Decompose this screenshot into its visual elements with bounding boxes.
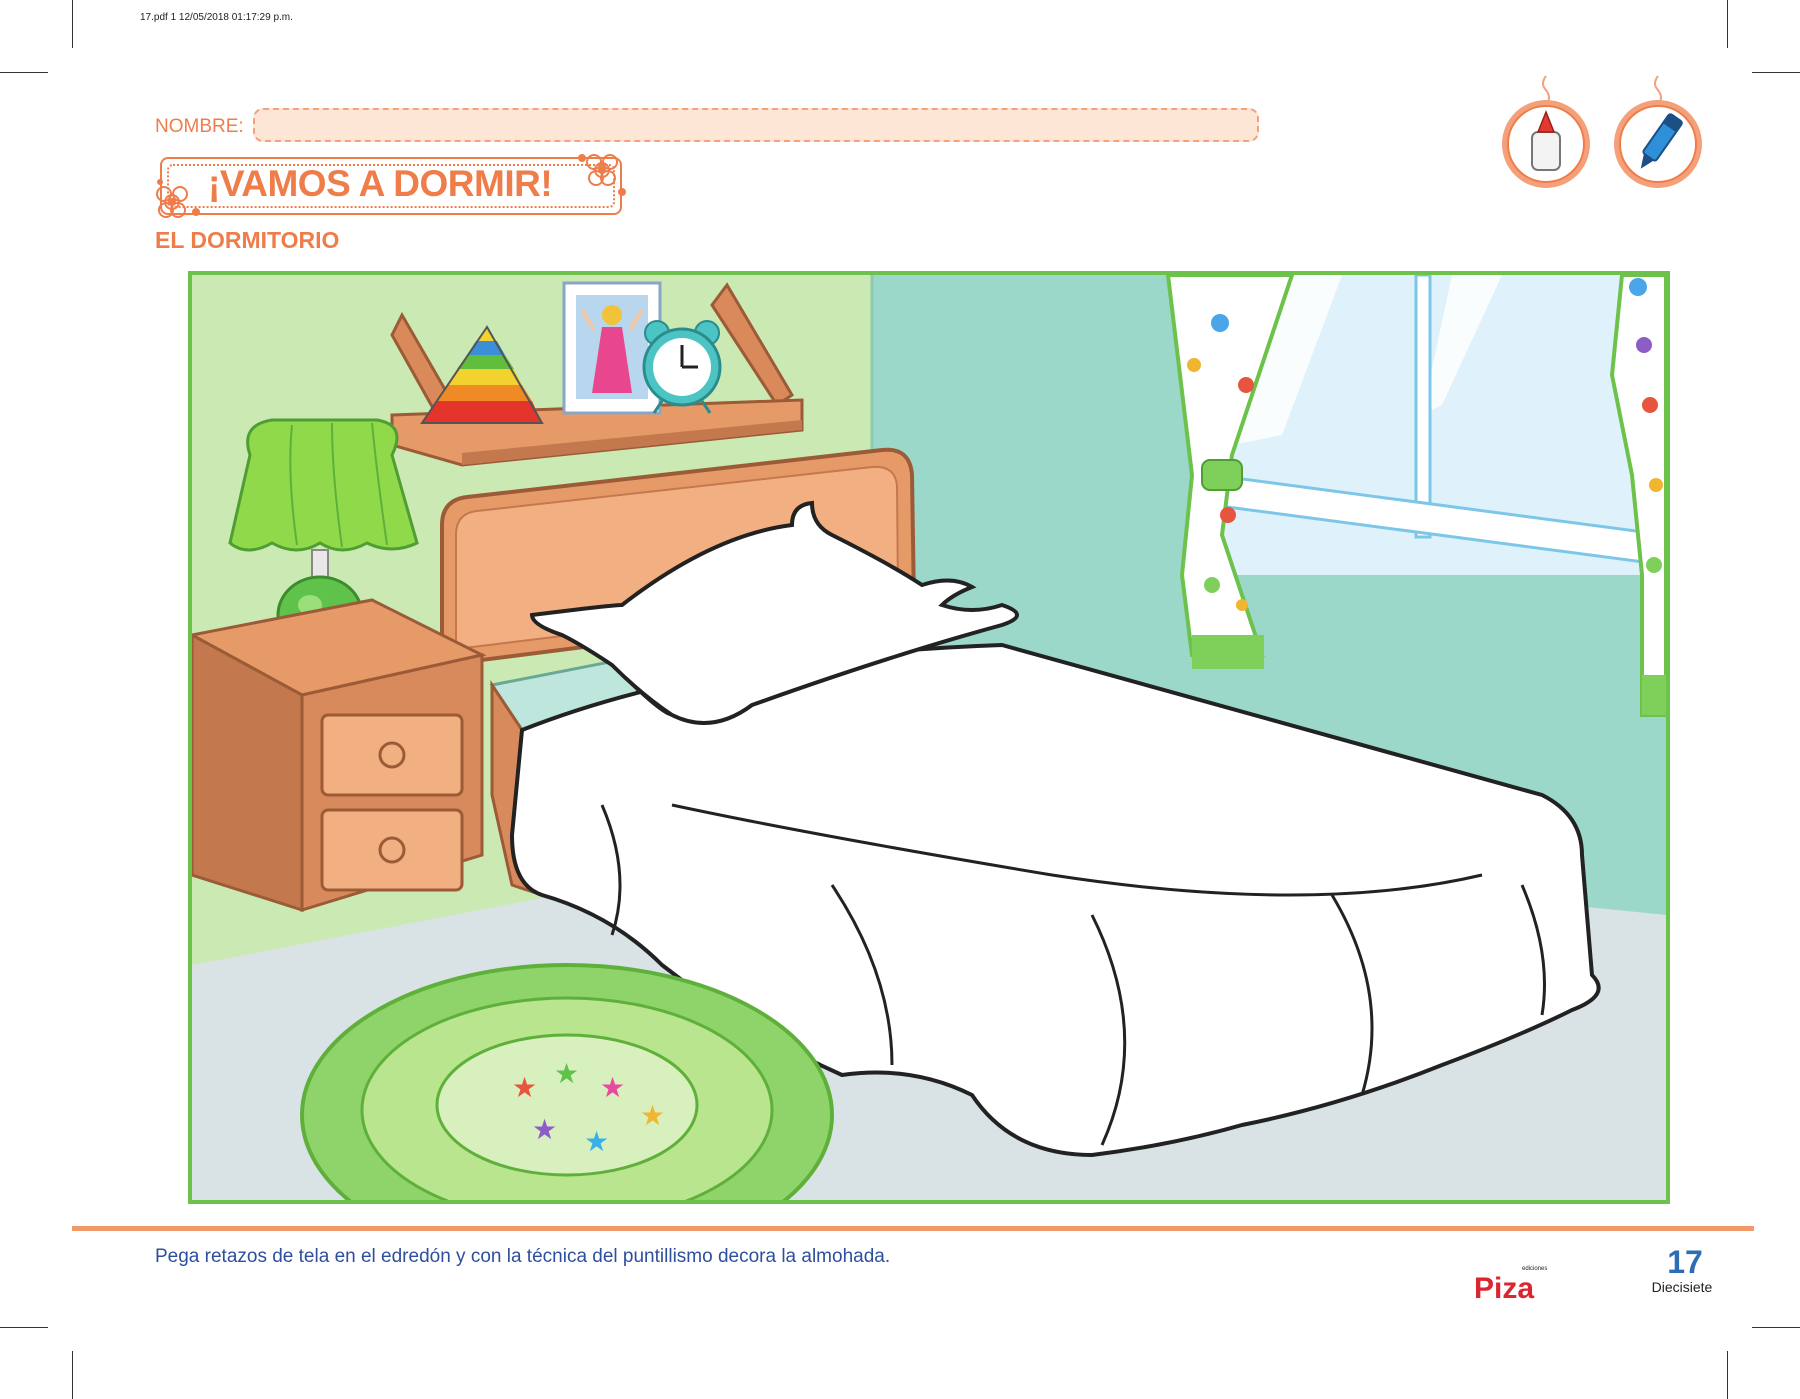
svg-text:★: ★ [600,1071,625,1104]
publisher-logo: ediciones Piza [1474,1266,1547,1302]
name-label: NOMBRE: [155,116,244,137]
crop-mark [0,72,48,73]
print-metadata: 17.pdf 1 12/05/2018 01:17:29 p.m. [140,12,293,23]
crop-mark [0,1327,48,1328]
flower-icon [156,179,200,218]
marker-icon [1614,75,1702,188]
page-subtitle: EL DORMITORIO [155,227,340,253]
svg-text:★: ★ [532,1113,557,1146]
page-number-word: Diecisiete [1651,1279,1713,1295]
flower-icon [578,154,626,196]
crop-mark [1727,1351,1728,1399]
crop-mark [1752,72,1800,73]
window [1210,275,1666,575]
svg-text:★: ★ [584,1125,609,1158]
crop-mark [72,0,73,48]
svg-text:★: ★ [554,1057,579,1090]
glue-bottle-icon [1502,75,1590,188]
footer-divider [72,1226,1754,1231]
page-title: ¡VAMOS A DORMIR! [208,163,553,204]
crop-mark [1727,0,1728,48]
svg-text:★: ★ [512,1071,537,1104]
name-field[interactable] [253,108,1259,142]
nightstand [192,598,487,913]
picture-frame [562,281,662,415]
logo-main-text: Piza [1474,1272,1534,1302]
crop-mark [1752,1327,1800,1328]
bedroom-illustration: ★ ★ ★ ★ ★ ★ [188,271,1670,1204]
svg-text:★: ★ [640,1099,665,1132]
page-number: 17 [1667,1244,1703,1280]
instruction-text: Pega retazos de tela en el edredón y con… [155,1246,891,1267]
title-banner: ¡VAMOS A DORMIR! [160,157,622,215]
crop-mark [72,1351,73,1399]
